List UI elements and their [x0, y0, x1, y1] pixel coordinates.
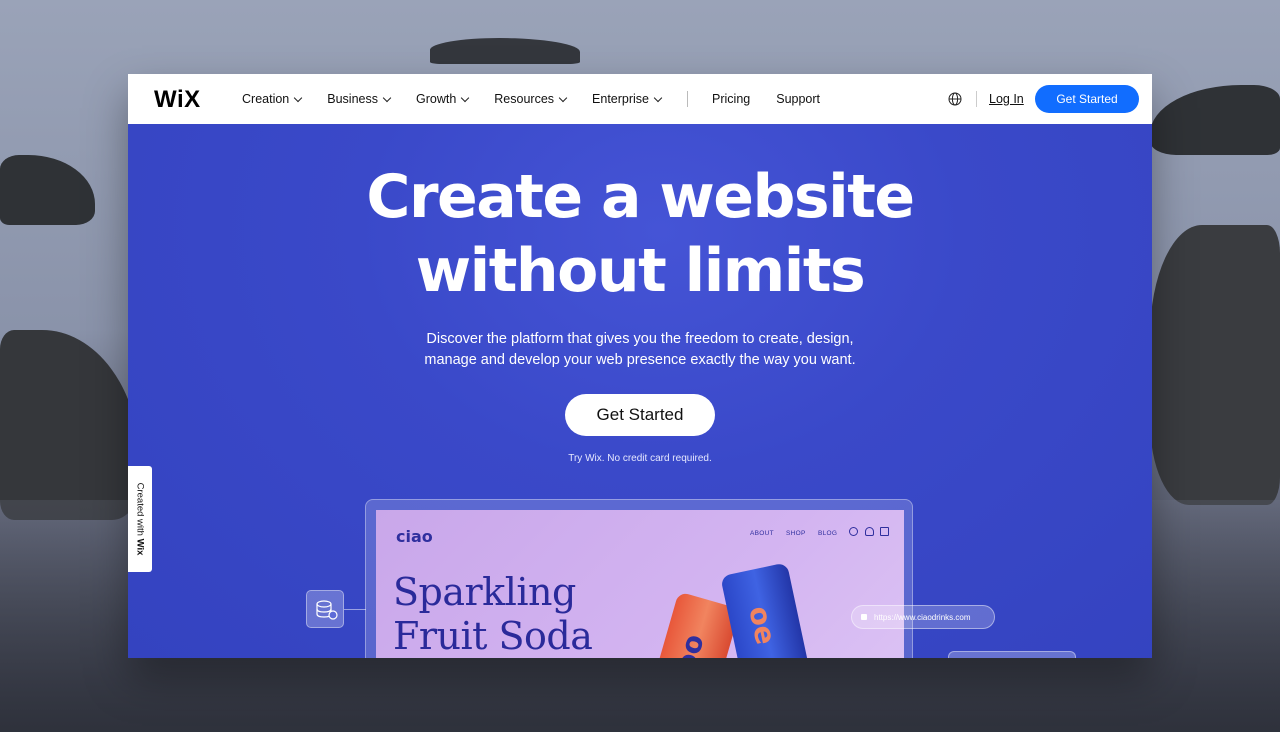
chevron-down-icon [558, 93, 568, 102]
mockup-nav-shop: SHOP [786, 530, 806, 537]
hero-get-started-button[interactable]: Get Started [565, 394, 715, 436]
nav-divider [687, 91, 689, 107]
get-started-button[interactable]: Get Started [1035, 85, 1139, 113]
nav-item-label: Resources [494, 92, 555, 106]
browser-frame: WiX Creation Business Growth Resources E… [128, 74, 1152, 658]
url-text: https://www.ciaodrinks.com [874, 612, 971, 622]
chevron-down-icon [294, 93, 303, 102]
nav-item-support[interactable]: Support [776, 92, 820, 106]
mockup-nav-about: ABOUT [750, 530, 774, 537]
nav-item-creation[interactable]: Creation [242, 92, 303, 106]
login-link[interactable]: Log In [989, 92, 1024, 106]
nav-item-label: Business [327, 92, 378, 106]
nav-item-label: Creation [242, 92, 290, 106]
nav-item-business[interactable]: Business [327, 92, 392, 106]
mockup-page: ciao ABOUT SHOP BLOG Sparkling Fruit Sod… [376, 510, 904, 658]
nav-item-label: Growth [415, 92, 457, 106]
badge-brand: Wix [134, 538, 146, 556]
user-icon [865, 527, 874, 536]
search-icon [849, 527, 858, 536]
hero-subtitle-line-1: Discover the platform that gives you the… [426, 331, 854, 347]
hero-subtitle-line-2: manage and develop your web presence exa… [424, 352, 856, 368]
chevron-down-icon [653, 93, 663, 102]
no-credit-card-note: Try Wix. No credit card required. [568, 453, 712, 464]
nav-item-growth[interactable]: Growth [415, 92, 470, 106]
mockup-logo: ciao [396, 527, 433, 546]
mockup-nav-blog: BLOG [818, 530, 838, 537]
nav-item-pricing[interactable]: Pricing [712, 92, 750, 106]
soda-can-blue: oe [720, 562, 814, 658]
background-rock [430, 38, 580, 64]
site-header: WiX Creation Business Growth Resources E… [128, 74, 1152, 124]
badge-text: Created with Wix [135, 483, 146, 556]
cart-icon [880, 527, 889, 536]
can-label: oe [671, 631, 715, 658]
badge-prefix: Created with [134, 482, 146, 536]
background-rock [1150, 85, 1280, 155]
url-bar: https://www.ciaodrinks.com [851, 605, 995, 629]
hero-title-line-2: without limits [415, 236, 866, 306]
hero-section: Create a website without limits Discover… [128, 124, 1152, 658]
website-mockup: ciao ABOUT SHOP BLOG Sparkling Fruit Sod… [365, 499, 913, 658]
mockup-headline-line-2: Fruit Soda [393, 614, 593, 658]
globe-icon[interactable] [948, 92, 962, 106]
connector-line [344, 609, 366, 610]
nav-item-resources[interactable]: Resources [494, 92, 568, 106]
lock-icon [861, 614, 867, 620]
background-rock [1150, 225, 1280, 505]
can-label: oe [742, 603, 783, 648]
chevron-down-icon [382, 93, 392, 102]
header-divider [976, 91, 977, 107]
created-with-wix-badge[interactable]: Created with Wix [128, 466, 152, 572]
mockup-headline-line-1: Sparkling [393, 570, 576, 614]
main-nav: Creation Business Growth Resources Enter… [242, 74, 846, 124]
chevron-down-icon [461, 93, 470, 102]
background-rock [0, 330, 140, 520]
mobile-mockup [948, 651, 1076, 658]
hero-title-line-1: Create a website [366, 162, 915, 232]
database-icon [306, 590, 344, 628]
nav-item-label: Enterprise [592, 92, 650, 106]
nav-item-enterprise[interactable]: Enterprise [592, 92, 663, 106]
wix-logo[interactable]: WiX [154, 86, 201, 114]
background-rock [0, 155, 95, 225]
